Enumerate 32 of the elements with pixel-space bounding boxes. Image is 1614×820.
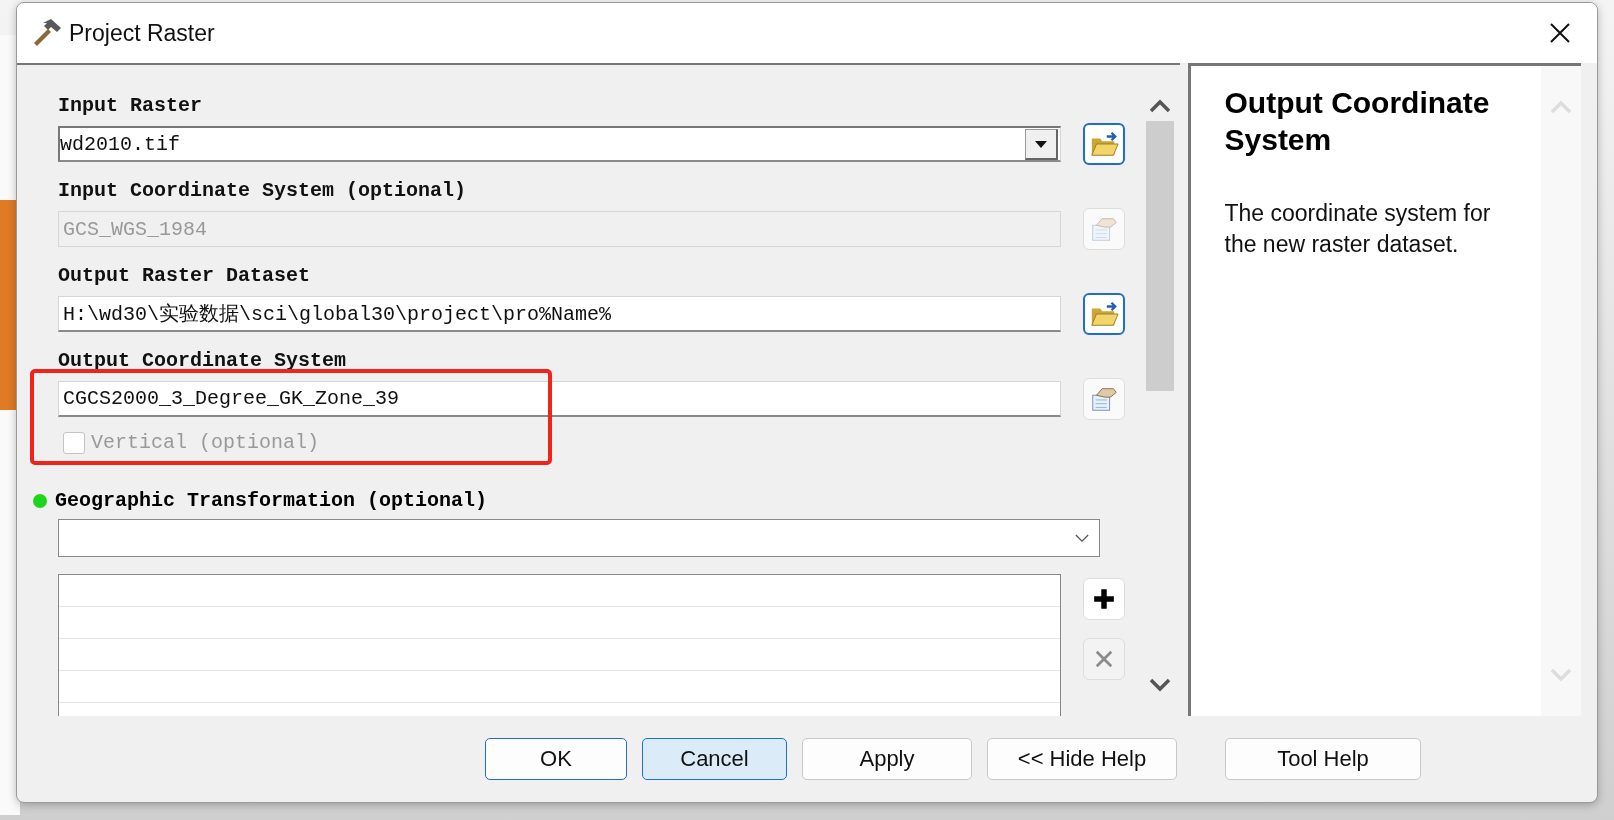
browse-button[interactable] [1082,123,1125,165]
input-field[interactable]: CGCS2000_3_Degree_GK_Zone_39 [58,381,1061,417]
chevron-down-icon [1074,533,1089,543]
properties-button[interactable] [1082,378,1125,420]
dropdown-field[interactable] [58,519,1100,557]
dialog-button[interactable]: << Hide Help [987,738,1177,780]
close-icon [1549,22,1571,44]
scroll-down-icon[interactable] [1148,678,1171,692]
checkbox-label: Vertical (optional) [91,431,320,454]
window-title: Project Raster [69,19,215,47]
input-field[interactable]: H:\wd30\实验数据\sci\global30\project\pro%Name% [58,296,1061,332]
scroll-up-icon[interactable] [1148,99,1171,113]
dialog-button[interactable]: Tool Help [1225,738,1421,780]
dropdown-arrow-icon [1033,138,1048,149]
parameter-label: Input Raster [58,93,203,119]
help-title: Output Coordinate System [1224,85,1491,158]
parameter-label: Input Coordinate System (optional) [58,178,467,204]
folder-icon [1088,129,1119,159]
dialog-button[interactable]: OK [485,738,627,780]
parameter-label: Output Raster Dataset [58,263,311,289]
dialog-button[interactable]: Apply [802,738,972,780]
scrollbar-thumb[interactable] [1145,121,1174,391]
add-button[interactable] [1082,578,1125,620]
parameter-label: Output Coordinate System [58,348,347,374]
parameter-label: Geographic Transformation (optional) [55,489,488,512]
plus-icon [1091,587,1116,611]
folder-icon [1088,299,1119,329]
help-text: The coordinate system for the new raster dataset. [1224,199,1492,259]
browse-button[interactable] [1082,293,1125,335]
dialog-button[interactable]: Cancel [642,738,787,780]
dropdown-field[interactable]: wd2010.tif [58,126,1061,162]
remove-icon [1093,649,1114,669]
